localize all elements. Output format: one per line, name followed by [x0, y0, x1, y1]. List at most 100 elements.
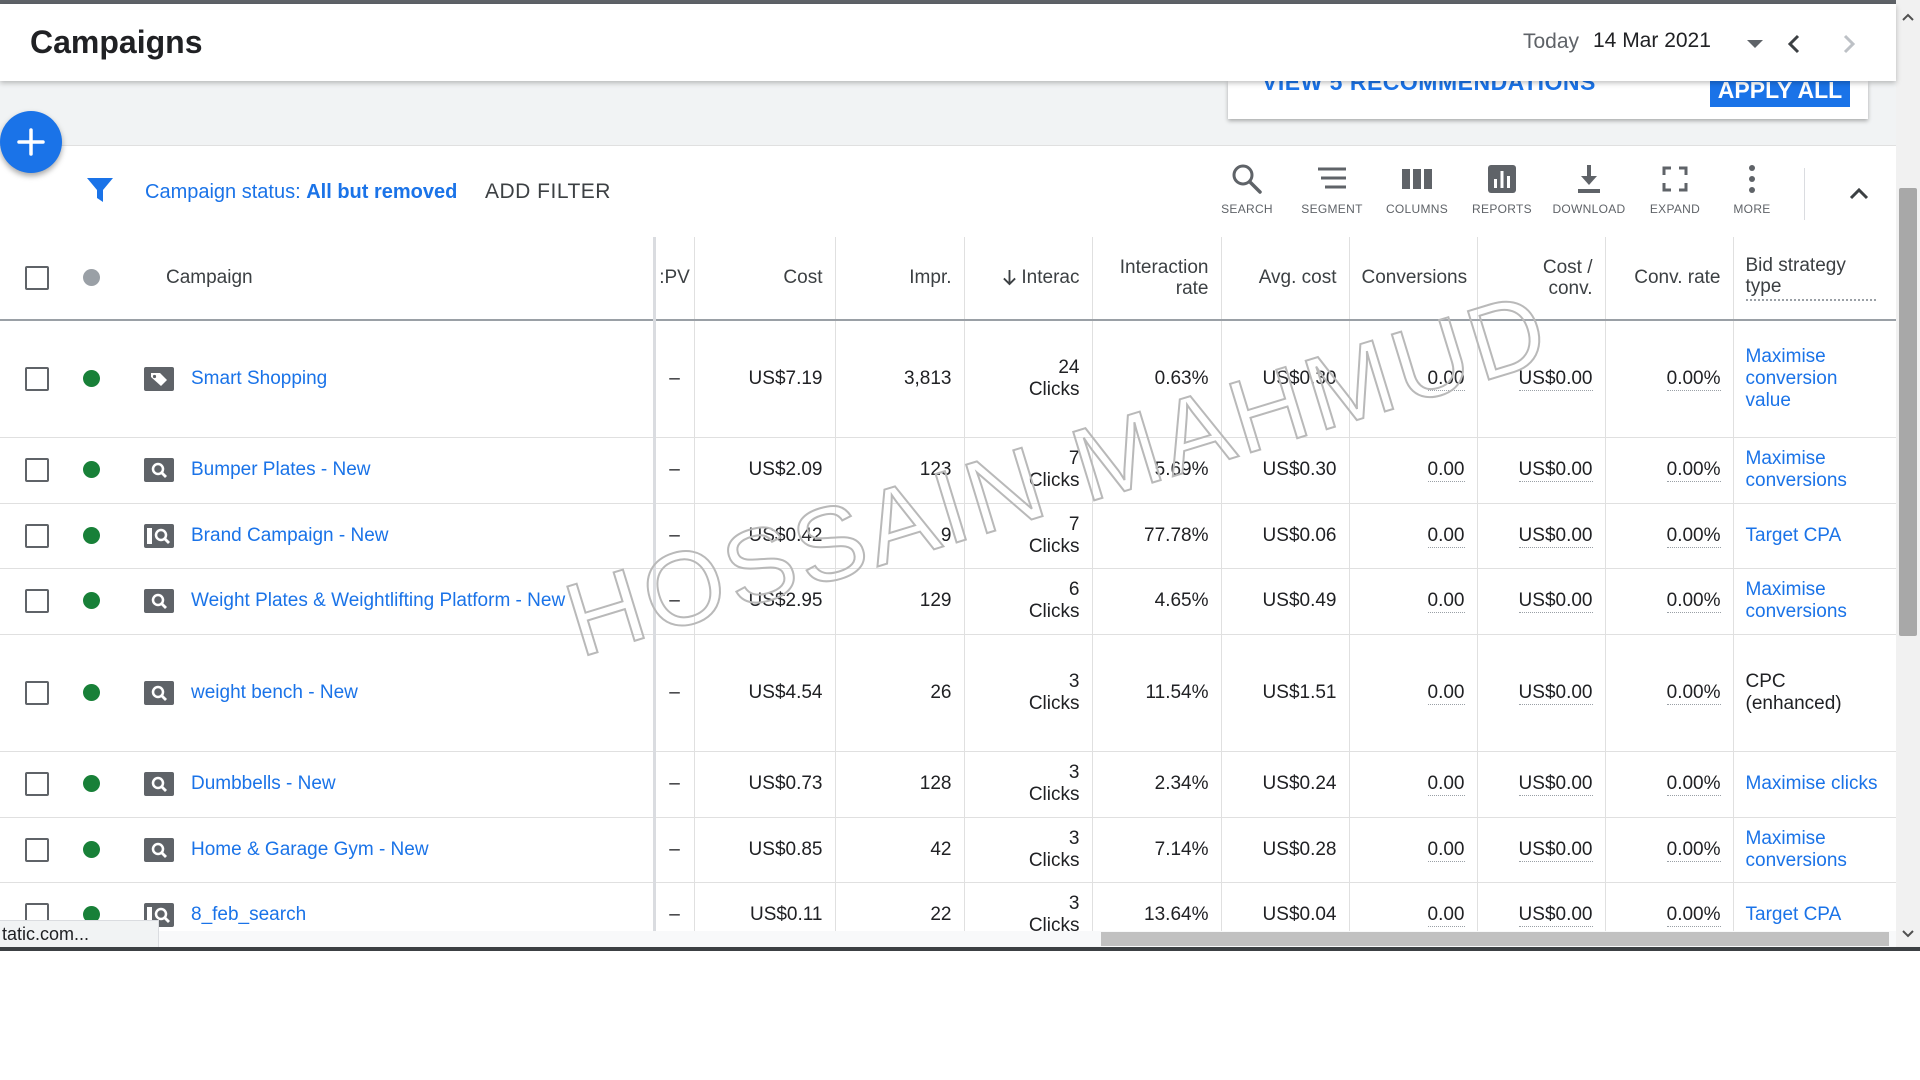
- bid-strategy-value[interactable]: Target CPA: [1746, 904, 1842, 925]
- bid-strategy-value[interactable]: Maximise clicks: [1746, 773, 1878, 794]
- status-cell[interactable]: [73, 751, 109, 818]
- row-checkbox[interactable]: [0, 751, 73, 818]
- search-tool-button[interactable]: SEARCH: [1207, 162, 1287, 228]
- row-checkbox[interactable]: [0, 320, 73, 438]
- view-recommendations-link[interactable]: VIEW 5 RECOMMENDATIONS: [1262, 81, 1596, 96]
- select-all-checkbox[interactable]: [0, 237, 73, 321]
- cpv-cell: –: [653, 882, 694, 931]
- table-row[interactable]: 8_feb_search – US$0.11 22 3 Clicks 13.64% US$0.…: [0, 882, 1896, 931]
- row-checkbox[interactable]: [0, 817, 73, 883]
- impressions-cell: 128: [834, 751, 964, 818]
- status-cell[interactable]: [73, 568, 109, 635]
- bid-strategy-column-header[interactable]: Bid strategy type: [1732, 237, 1896, 321]
- interactions-unit: Clicks: [1028, 849, 1080, 871]
- enabled-status-dot: [82, 840, 100, 858]
- new-campaign-button[interactable]: [0, 111, 62, 173]
- apply-all-button[interactable]: APPLY ALL: [1710, 81, 1850, 107]
- cpv-column-header[interactable]: :PV: [653, 237, 694, 321]
- campaign-cell: 8_feb_search: [109, 882, 656, 931]
- date-range-label[interactable]: Today: [1523, 30, 1579, 54]
- chevron-right-icon[interactable]: [1834, 29, 1864, 59]
- fullscreen-expand-icon: [1662, 166, 1688, 192]
- plus-icon: [17, 128, 45, 156]
- window-bottom-edge: [0, 947, 1920, 951]
- status-cell[interactable]: [73, 437, 109, 504]
- interactions-column-header[interactable]: Interac: [963, 237, 1092, 321]
- conv-rate-column-header[interactable]: Conv. rate: [1604, 237, 1733, 321]
- chevron-left-icon[interactable]: [1779, 29, 1809, 59]
- filter-toolbar: Campaign status: All but removed ADD FIL…: [0, 145, 1896, 238]
- status-cell[interactable]: [73, 634, 109, 752]
- campaign-column-header[interactable]: Campaign: [109, 237, 656, 321]
- date-range-value[interactable]: 14 Mar 2021: [1593, 29, 1711, 53]
- vertical-scrollbar-thumb[interactable]: [1899, 188, 1917, 636]
- checkbox-box: [24, 366, 49, 391]
- cpv-cell: –: [653, 634, 694, 752]
- status-cell[interactable]: [73, 320, 109, 438]
- campaign-name-link[interactable]: weight bench - New: [191, 682, 358, 703]
- cost-per-conv-column-header[interactable]: Cost / conv.: [1476, 237, 1605, 321]
- avg-cost-cell: US$1.51: [1220, 634, 1349, 752]
- status-bar-url: tatic.com...: [0, 920, 159, 947]
- impressions-cell: 3,813: [834, 320, 964, 438]
- caret-down-icon[interactable]: [1740, 31, 1770, 57]
- interaction-rate-column-header[interactable]: Interaction rate: [1091, 237, 1221, 321]
- table-row[interactable]: Dumbbells - New – US$0.73 128 3 Clicks 2.34% US…: [0, 751, 1896, 818]
- campaign-status-filter[interactable]: Campaign status: All but removed: [145, 181, 457, 204]
- enabled-status-dot: [82, 592, 100, 610]
- table-row[interactable]: Weight Plates & Weightlifting Platform -…: [0, 568, 1896, 635]
- bid-strategy-value[interactable]: Maximise conversions: [1746, 579, 1847, 622]
- table-row[interactable]: Smart Shopping – US$7.19 3,813 24 Clicks 0.63%…: [0, 320, 1896, 438]
- row-checkbox[interactable]: [0, 503, 73, 569]
- impressions-column-header[interactable]: Impr.: [834, 237, 964, 321]
- impressions-cell: 22: [834, 882, 964, 931]
- bid-strategy-value[interactable]: Target CPA: [1746, 525, 1842, 546]
- row-checkbox[interactable]: [0, 634, 73, 752]
- campaign-name-link[interactable]: Smart Shopping: [191, 368, 327, 389]
- conversions-cell: 0.00: [1348, 568, 1477, 635]
- horizontal-scrollbar-thumb[interactable]: [1101, 932, 1889, 946]
- bid-strategy-cell: Maximise conversions: [1732, 817, 1896, 883]
- conv-rate-cell: 0.00%: [1604, 634, 1733, 752]
- download-icon: [1578, 165, 1600, 193]
- scroll-up-arrow-icon[interactable]: [1896, 4, 1920, 32]
- table-row[interactable]: weight bench - New – US$4.54 26 3 Clicks 11.54…: [0, 634, 1896, 752]
- table-row[interactable]: Bumper Plates - New – US$2.09 123 7 Clicks 5.6…: [0, 437, 1896, 504]
- bid-strategy-value[interactable]: Maximise conversions: [1746, 828, 1847, 871]
- status-cell[interactable]: [73, 503, 109, 569]
- campaign-name-link[interactable]: 8_feb_search: [191, 904, 306, 925]
- status-cell[interactable]: [73, 817, 109, 883]
- cpv-cell: –: [653, 320, 694, 438]
- table-row[interactable]: Home & Garage Gym - New – US$0.85 42 3 Clicks…: [0, 817, 1896, 883]
- cost-column-header[interactable]: Cost: [693, 237, 835, 321]
- interaction-rate-cell: 7.14%: [1091, 817, 1221, 883]
- campaign-name-link[interactable]: Bumper Plates - New: [191, 459, 371, 480]
- download-tool-button[interactable]: DOWNLOAD: [1549, 162, 1629, 228]
- row-checkbox[interactable]: [0, 437, 73, 504]
- interactions-unit: Clicks: [1028, 692, 1080, 714]
- bid-strategy-value[interactable]: Maximise conversions: [1746, 448, 1847, 491]
- add-filter-button[interactable]: ADD FILTER: [485, 180, 611, 204]
- avg-cost-column-header[interactable]: Avg. cost: [1220, 237, 1349, 321]
- bid-strategy-cell: Maximise conversion value: [1732, 320, 1896, 438]
- reports-tool-label: REPORTS: [1472, 202, 1532, 216]
- bid-strategy-value[interactable]: Maximise conversion value: [1746, 346, 1838, 411]
- status-dot: [82, 269, 100, 287]
- conversions-column-header[interactable]: Conversions: [1348, 237, 1477, 321]
- expand-tool-button[interactable]: EXPAND: [1635, 162, 1715, 228]
- scroll-down-arrow-icon[interactable]: [1896, 920, 1920, 948]
- chevron-up-icon[interactable]: [1845, 180, 1873, 208]
- segment-tool-button[interactable]: SEGMENT: [1292, 162, 1372, 228]
- campaign-name-link[interactable]: Home & Garage Gym - New: [191, 839, 429, 860]
- campaign-name-link[interactable]: Weight Plates & Weightlifting Platform -…: [191, 590, 565, 611]
- table-row[interactable]: Brand Campaign - New – US$0.42 9 7 Clicks 77.7…: [0, 503, 1896, 569]
- reports-tool-button[interactable]: REPORTS: [1462, 162, 1542, 228]
- filter-funnel-icon[interactable]: [86, 176, 114, 204]
- more-tool-button[interactable]: MORE: [1712, 162, 1792, 228]
- campaign-name-link[interactable]: Brand Campaign - New: [191, 525, 388, 546]
- cost-cell: US$2.09: [693, 437, 835, 504]
- campaign-name-link[interactable]: Dumbbells - New: [191, 773, 336, 794]
- cost-per-conv-cell: US$0.00: [1476, 503, 1605, 569]
- columns-tool-button[interactable]: COLUMNS: [1377, 162, 1457, 228]
- row-checkbox[interactable]: [0, 568, 73, 635]
